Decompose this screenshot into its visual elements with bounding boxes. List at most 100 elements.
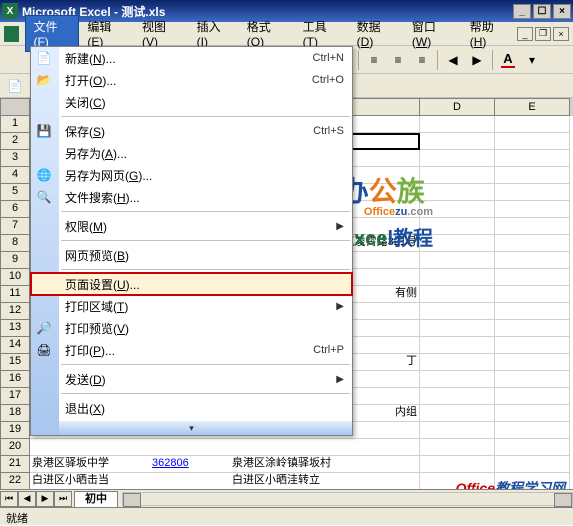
cell[interactable] — [420, 269, 495, 286]
cell[interactable] — [495, 286, 570, 303]
cell[interactable] — [495, 167, 570, 184]
cell[interactable] — [420, 405, 495, 422]
column-header-e[interactable]: E — [495, 98, 570, 116]
row-header[interactable]: 3 — [0, 150, 30, 167]
cell[interactable] — [495, 337, 570, 354]
cell[interactable] — [495, 388, 570, 405]
menu-window[interactable]: 窗口(W) — [404, 15, 462, 52]
menu-item-p[interactable]: 🖨打印(P)...Ctrl+P — [31, 339, 352, 361]
menu-item-o[interactable]: 📂打开(O)...Ctrl+O — [31, 69, 352, 91]
new-icon[interactable]: 📄 — [4, 75, 26, 97]
cell[interactable] — [495, 371, 570, 388]
row-header[interactable]: 8 — [0, 235, 30, 252]
cell[interactable] — [420, 354, 495, 371]
menu-item-h[interactable]: 🔍文件搜索(H)... — [31, 186, 352, 208]
row-header[interactable]: 17 — [0, 388, 30, 405]
maximize-button[interactable]: ☐ — [533, 4, 551, 19]
menu-item-m[interactable]: 权限(M)▶ — [31, 215, 352, 237]
cell[interactable]: 泉港区驿坂中学362806泉港区涂岭镇驿坂村 — [30, 456, 420, 473]
menu-item-x[interactable]: 退出(X) — [31, 397, 352, 419]
row-header[interactable]: 2 — [0, 133, 30, 150]
horizontal-scrollbar[interactable] — [122, 492, 573, 506]
tab-nav-prev-button[interactable]: ◀ — [18, 491, 36, 507]
row-header[interactable]: 13 — [0, 320, 30, 337]
cell[interactable] — [495, 422, 570, 439]
row-header[interactable]: 14 — [0, 337, 30, 354]
decrease-indent-button[interactable]: ◀ — [442, 49, 464, 71]
row-header[interactable]: 16 — [0, 371, 30, 388]
cell[interactable] — [495, 150, 570, 167]
row-header[interactable]: 4 — [0, 167, 30, 184]
cell[interactable] — [495, 303, 570, 320]
mdi-minimize-button[interactable]: _ — [517, 27, 533, 41]
cell[interactable] — [420, 439, 495, 456]
align-right-button[interactable]: ≡ — [411, 49, 433, 71]
cell[interactable] — [495, 405, 570, 422]
cell[interactable] — [495, 456, 570, 473]
align-left-button[interactable]: ≡ — [363, 49, 385, 71]
cell[interactable] — [420, 388, 495, 405]
menu-item-s[interactable]: 💾保存(S)Ctrl+S — [31, 120, 352, 142]
menu-item-u[interactable]: 页面设置(U)... — [31, 273, 352, 295]
menu-data[interactable]: 数据(D) — [349, 15, 404, 52]
tab-nav-last-button[interactable]: ⏭ — [54, 491, 72, 507]
row-header[interactable]: 7 — [0, 218, 30, 235]
cell[interactable] — [495, 354, 570, 371]
row-header[interactable]: 21 — [0, 456, 30, 473]
cell[interactable] — [420, 252, 495, 269]
row-header[interactable]: 9 — [0, 252, 30, 269]
cell[interactable] — [420, 371, 495, 388]
row-header[interactable]: 22 — [0, 473, 30, 490]
row-header[interactable]: 18 — [0, 405, 30, 422]
row-header[interactable]: 11 — [0, 286, 30, 303]
row-header[interactable]: 15 — [0, 354, 30, 371]
mdi-close-button[interactable]: × — [553, 27, 569, 41]
cell[interactable] — [495, 269, 570, 286]
align-center-button[interactable]: ≡ — [387, 49, 409, 71]
cell[interactable] — [495, 201, 570, 218]
cell[interactable] — [420, 116, 495, 133]
cell[interactable] — [420, 337, 495, 354]
increase-indent-button[interactable]: ▶ — [466, 49, 488, 71]
close-button[interactable]: × — [553, 4, 571, 19]
menu-item-c[interactable]: 关闭(C) — [31, 91, 352, 113]
cell[interactable] — [495, 218, 570, 235]
cell[interactable] — [495, 320, 570, 337]
cell[interactable] — [420, 150, 495, 167]
cell[interactable] — [420, 286, 495, 303]
cell[interactable] — [420, 133, 495, 150]
expand-menu-button[interactable]: ▾ — [31, 421, 352, 435]
cell[interactable] — [495, 252, 570, 269]
menu-item-a[interactable]: 另存为(A)... — [31, 142, 352, 164]
select-all-corner[interactable] — [0, 98, 30, 116]
column-header-d[interactable]: D — [420, 98, 495, 116]
tab-nav-first-button[interactable]: ⏮ — [0, 491, 18, 507]
row-header[interactable]: 10 — [0, 269, 30, 286]
menu-item-v[interactable]: 🔎打印预览(V) — [31, 317, 352, 339]
row-header[interactable]: 5 — [0, 184, 30, 201]
cell[interactable] — [495, 116, 570, 133]
row-header[interactable]: 1 — [0, 116, 30, 133]
menu-item-d[interactable]: 发送(D)▶ — [31, 368, 352, 390]
cell[interactable] — [420, 320, 495, 337]
menu-item-n[interactable]: 📄新建(N)...Ctrl+N — [31, 47, 352, 69]
menu-item-b[interactable]: 网页预览(B) — [31, 244, 352, 266]
cell[interactable] — [495, 235, 570, 252]
row-header[interactable]: 12 — [0, 303, 30, 320]
menu-help[interactable]: 帮助(H) — [462, 15, 517, 52]
font-color-dropdown-icon[interactable]: ▾ — [521, 49, 543, 71]
cell[interactable]: 白进区小晒击当白进区小晒洼转立 — [30, 473, 420, 490]
cell[interactable] — [420, 422, 495, 439]
font-color-button[interactable]: A — [497, 49, 519, 71]
row-header[interactable]: 20 — [0, 439, 30, 456]
tab-nav-next-button[interactable]: ▶ — [36, 491, 54, 507]
cell[interactable] — [420, 456, 495, 473]
menu-item-g[interactable]: 🌐另存为网页(G)... — [31, 164, 352, 186]
row-header[interactable]: 6 — [0, 201, 30, 218]
cell[interactable] — [495, 133, 570, 150]
row-header[interactable]: 19 — [0, 422, 30, 439]
cell[interactable] — [495, 439, 570, 456]
mdi-restore-button[interactable]: ❐ — [535, 27, 551, 41]
sheet-tab-active[interactable]: 初中 — [74, 491, 118, 507]
cell[interactable] — [495, 184, 570, 201]
